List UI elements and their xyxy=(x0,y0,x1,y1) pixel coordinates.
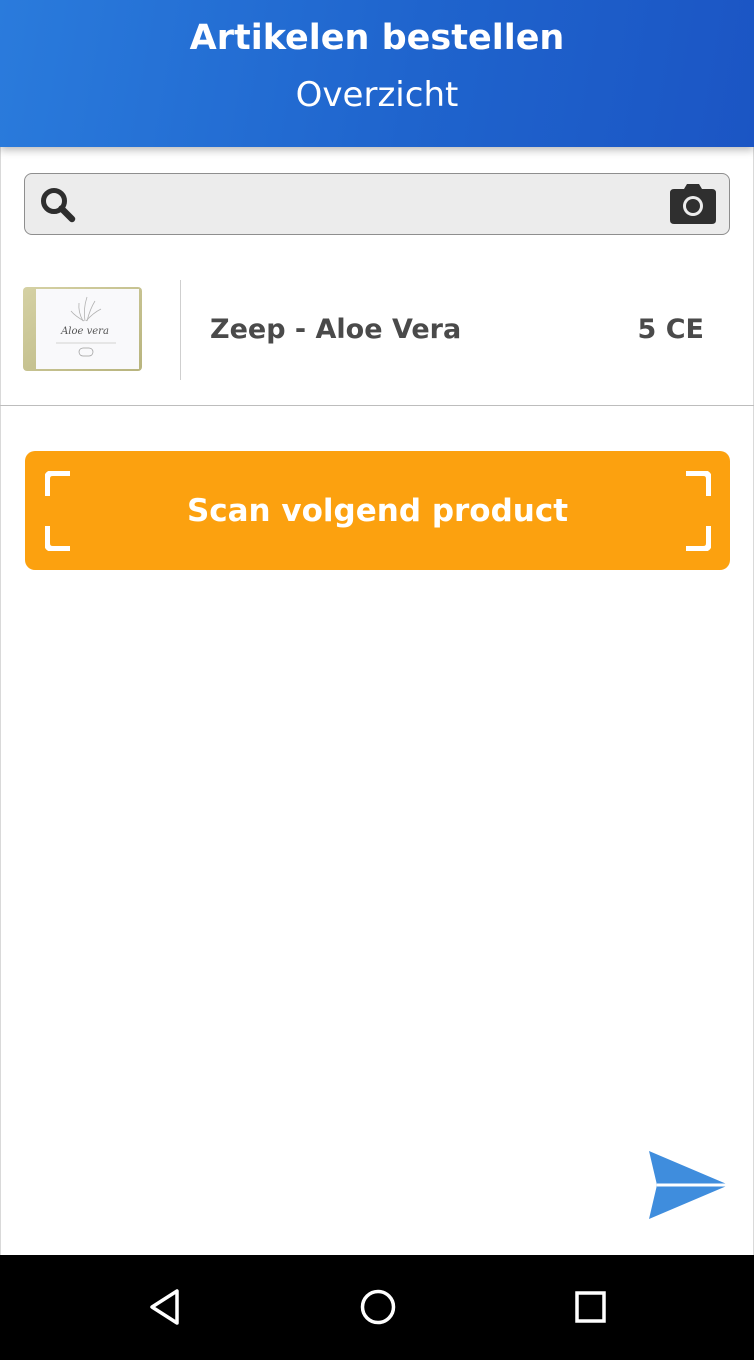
page-subtitle: Overzicht xyxy=(295,75,459,115)
scan-next-product-button[interactable]: Scan volgend product xyxy=(25,451,730,570)
page-title: Artikelen bestellen xyxy=(189,18,565,58)
scan-button-label: Scan volgend product xyxy=(186,493,569,529)
product-quantity: 5 CE xyxy=(637,314,704,345)
app-screen: Artikelen bestellen Overzicht Aloe vera … xyxy=(0,0,754,1360)
app-header: Artikelen bestellen Overzicht xyxy=(0,0,754,147)
product-thumbnail: Aloe vera xyxy=(23,287,142,371)
row-divider xyxy=(180,280,181,380)
search-bar[interactable] xyxy=(24,173,730,235)
send-icon[interactable] xyxy=(648,1150,730,1220)
recents-square-icon[interactable] xyxy=(566,1283,614,1331)
list-item[interactable]: Aloe vera Zeep - Aloe Vera 5 CE xyxy=(0,256,754,406)
system-nav-bar xyxy=(0,1255,754,1360)
product-thumbnail-label: Aloe vera xyxy=(60,326,109,337)
search-icon[interactable] xyxy=(39,186,77,224)
product-name: Zeep - Aloe Vera xyxy=(210,314,462,345)
back-triangle-icon[interactable] xyxy=(142,1283,190,1331)
camera-icon[interactable] xyxy=(669,183,717,225)
search-input[interactable] xyxy=(89,182,673,228)
home-circle-icon[interactable] xyxy=(354,1283,402,1331)
